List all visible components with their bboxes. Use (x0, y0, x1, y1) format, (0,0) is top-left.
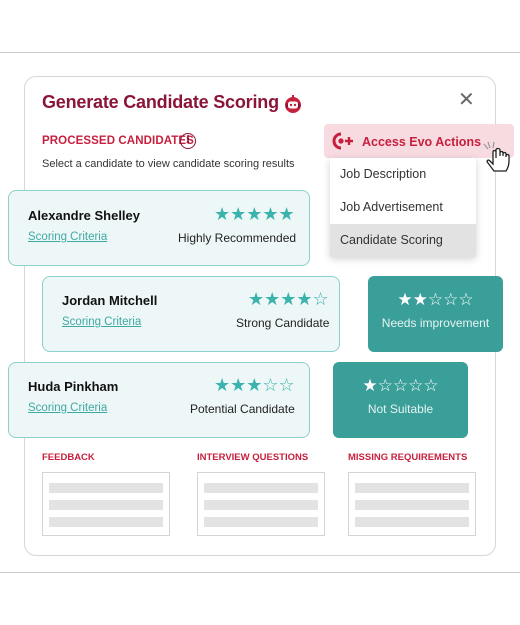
star-rating: ★★☆☆☆ (397, 290, 474, 310)
placeholder-line (204, 517, 318, 527)
candidate-name: Huda Pinkham (28, 379, 119, 394)
candidate-card-alexandre-shelley[interactable] (8, 190, 310, 266)
placeholder-line (49, 517, 163, 527)
interview-questions-panel (197, 472, 325, 536)
placeholder-line (204, 483, 318, 493)
rating-label: Strong Candidate (236, 316, 330, 330)
evo-actions-label: Access Evo Actions (362, 135, 482, 149)
candidate-name: Alexandre Shelley (28, 208, 140, 223)
menu-item-job-description[interactable]: Job Description (330, 158, 476, 191)
missing-requirements-panel (348, 472, 476, 536)
needs-improvement-badge[interactable]: ★★☆☆☆ Needs improvement (368, 276, 503, 352)
processed-candidates-label: PROCESSED CANDIDATES (42, 135, 194, 147)
close-icon[interactable]: ✕ (458, 90, 475, 110)
placeholder-line (49, 500, 163, 510)
interview-questions-label: INTERVIEW QUESTIONS (197, 452, 309, 463)
star-rating: ★★★☆☆ (214, 375, 295, 396)
evo-actions-icon (332, 132, 353, 150)
rating-label: Highly Recommended (178, 231, 297, 245)
hand-pointer-icon (483, 141, 510, 172)
rating-label: Potential Candidate (190, 402, 295, 416)
star-rating: ★★★★★ (214, 204, 295, 225)
placeholder-line (355, 517, 469, 527)
scoring-criteria-link[interactable]: Scoring Criteria (28, 402, 107, 414)
candidate-card-huda-pinkham[interactable] (8, 362, 310, 438)
info-icon[interactable]: i (180, 133, 196, 149)
badge-label: Not Suitable (367, 402, 434, 416)
not-suitable-badge[interactable]: ★☆☆☆☆ Not Suitable (333, 362, 468, 438)
selection-hint: Select a candidate to view candidate sco… (42, 158, 295, 170)
missing-requirements-label: MISSING REQUIREMENTS (348, 452, 468, 463)
placeholder-line (204, 500, 318, 510)
star-rating: ★☆☆☆☆ (362, 376, 439, 396)
scoring-criteria-link[interactable]: Scoring Criteria (62, 316, 141, 328)
bottom-divider (0, 572, 520, 573)
feedback-panel (42, 472, 170, 536)
feedback-label: FEEDBACK (42, 452, 95, 463)
candidate-name: Jordan Mitchell (62, 293, 158, 308)
candidate-card-jordan-mitchell[interactable] (42, 276, 340, 352)
top-divider (0, 52, 520, 53)
placeholder-line (355, 500, 469, 510)
placeholder-line (355, 483, 469, 493)
scoring-criteria-link[interactable]: Scoring Criteria (28, 231, 107, 243)
dialog-title: Generate Candidate Scoring (42, 92, 279, 112)
badge-label: Needs improvement (381, 316, 490, 330)
menu-item-job-advertisement[interactable]: Job Advertisement (330, 191, 476, 224)
placeholder-line (49, 483, 163, 493)
star-rating: ★★★★☆ (248, 289, 329, 310)
robot-icon (285, 95, 301, 113)
menu-item-candidate-scoring[interactable]: Candidate Scoring (330, 224, 476, 257)
